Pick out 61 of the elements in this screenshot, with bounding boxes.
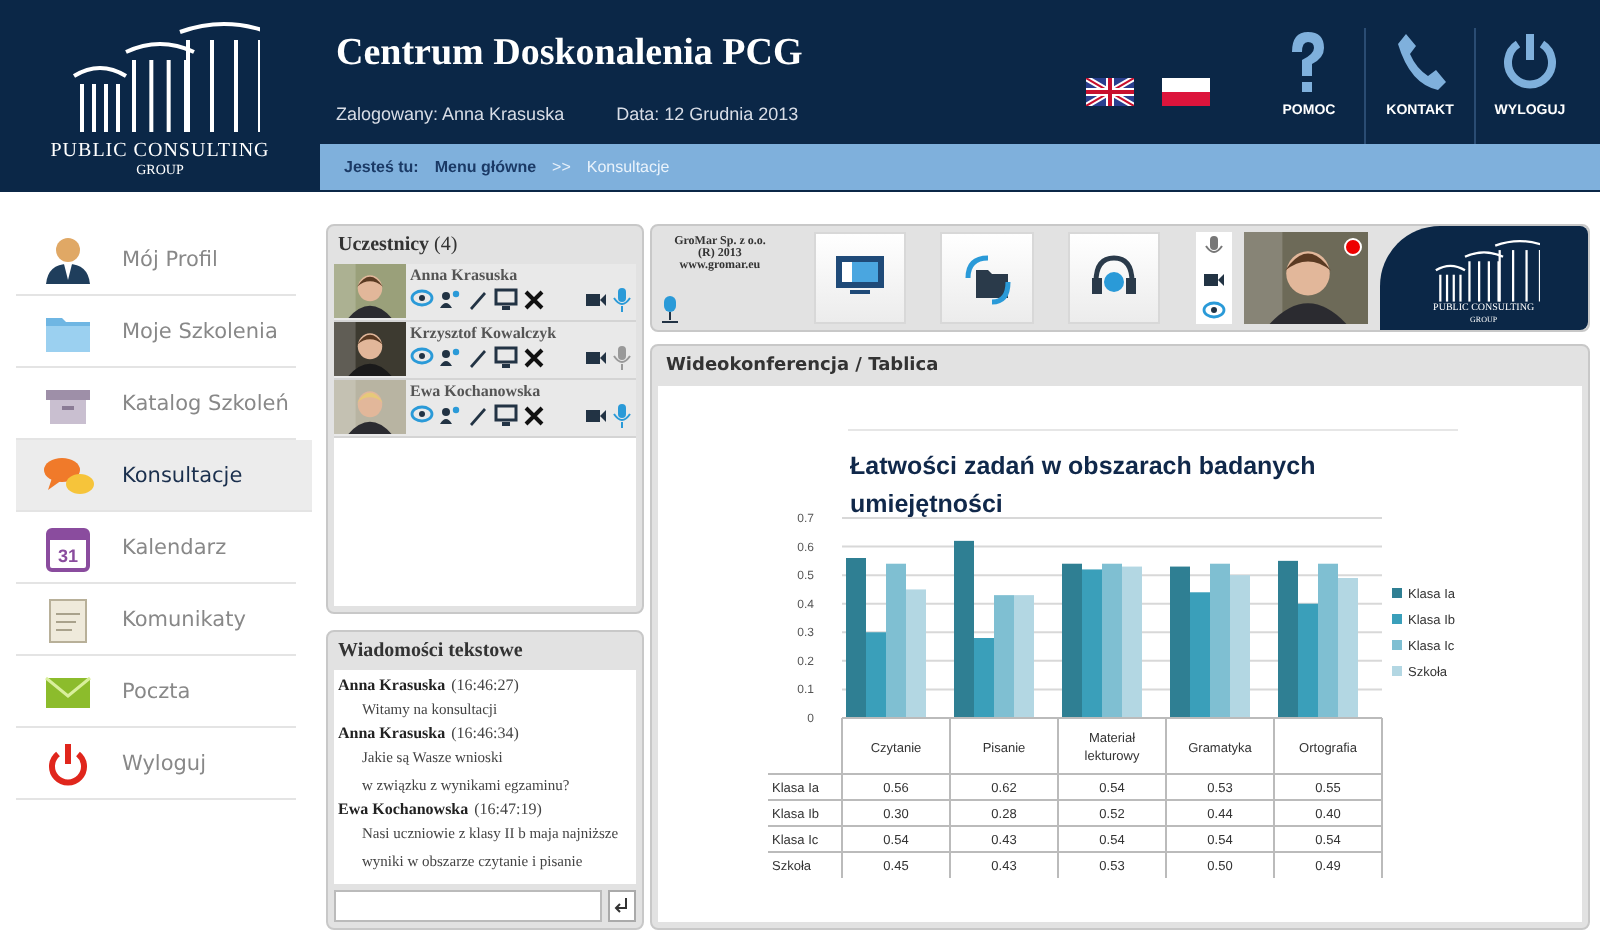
tool-button[interactable] — [940, 232, 1034, 324]
panel-title: Wideokonferencja / Tablica — [664, 354, 941, 380]
message-author: Anna Krasuska — [338, 724, 446, 742]
flag-icon[interactable] — [1086, 78, 1134, 106]
bar — [1230, 575, 1250, 718]
bar — [1298, 603, 1318, 718]
enter-icon — [614, 898, 630, 914]
participant-name: Krzysztof Kowalczyk — [410, 324, 559, 342]
participant-name: Ewa Kochanowska — [410, 382, 543, 400]
eye-icon[interactable] — [410, 288, 434, 312]
bar — [906, 589, 926, 718]
pencil-icon[interactable] — [466, 288, 490, 312]
message-author: Ewa Kochanowska — [338, 800, 469, 818]
tool-button[interactable] — [1067, 232, 1161, 324]
message-author: Anna Krasuska — [338, 676, 446, 694]
breadcrumb-link[interactable]: Menu główne — [434, 158, 537, 176]
microphone-icon[interactable] — [660, 296, 680, 324]
participant-name: Anna Krasuska — [410, 266, 520, 284]
people-icon[interactable] — [438, 404, 462, 428]
flag-icon[interactable] — [1162, 78, 1210, 106]
legend-swatch — [1392, 640, 1402, 650]
send-button[interactable] — [608, 890, 636, 922]
bar — [1014, 595, 1034, 718]
breadcrumb-separator: >> — [552, 158, 571, 176]
chart-title: Łatwości zadań w obszarach badanych umiejętności — [850, 452, 1316, 518]
eye-icon[interactable] — [410, 346, 434, 370]
sidebar-item[interactable]: Konsultacje — [16, 440, 312, 512]
camera-icon[interactable] — [584, 346, 608, 370]
user-label: Zalogowany: Anna Krasuska — [336, 104, 565, 124]
monitor-icon[interactable] — [494, 404, 518, 428]
date-label: Data: 12 Grudnia 2013 — [616, 104, 799, 124]
site-title: Centrum Doskonalenia PCG — [336, 32, 805, 76]
legend-swatch — [1392, 666, 1402, 676]
breadcrumb-link[interactable]: Konsultacje — [586, 158, 670, 176]
camera-icon[interactable] — [584, 288, 608, 312]
bar — [1338, 578, 1358, 718]
legend-swatch — [1392, 588, 1402, 598]
people-icon[interactable] — [438, 288, 462, 312]
pencil-icon[interactable] — [466, 346, 490, 370]
bar — [1190, 592, 1210, 718]
camera-icon[interactable] — [584, 404, 608, 428]
close-icon[interactable] — [522, 404, 546, 428]
close-icon[interactable] — [522, 346, 546, 370]
monitor-icon[interactable] — [494, 288, 518, 312]
legend-swatch — [1392, 614, 1402, 624]
message-input[interactable] — [334, 890, 602, 922]
pencil-icon[interactable] — [466, 404, 490, 428]
people-icon[interactable] — [438, 346, 462, 370]
message-time: (16:46:34) — [451, 724, 519, 742]
message-time: (16:47:19) — [474, 800, 542, 818]
message-time: (16:46:27) — [451, 676, 519, 694]
logo-text: PUBLIC CONSULTING — [50, 140, 270, 162]
eye-icon[interactable] — [410, 404, 434, 428]
eye-icon[interactable] — [1202, 299, 1227, 320]
tool-button[interactable] — [813, 232, 907, 324]
camera-icon[interactable] — [1202, 269, 1227, 290]
close-icon[interactable] — [522, 288, 546, 312]
panel-title: Uczestnicy (4) — [336, 232, 460, 260]
monitor-icon[interactable] — [494, 346, 518, 370]
panel-title: Wiadomości tekstowe — [336, 638, 525, 666]
breadcrumb-label: Jesteś tu: — [344, 158, 419, 176]
